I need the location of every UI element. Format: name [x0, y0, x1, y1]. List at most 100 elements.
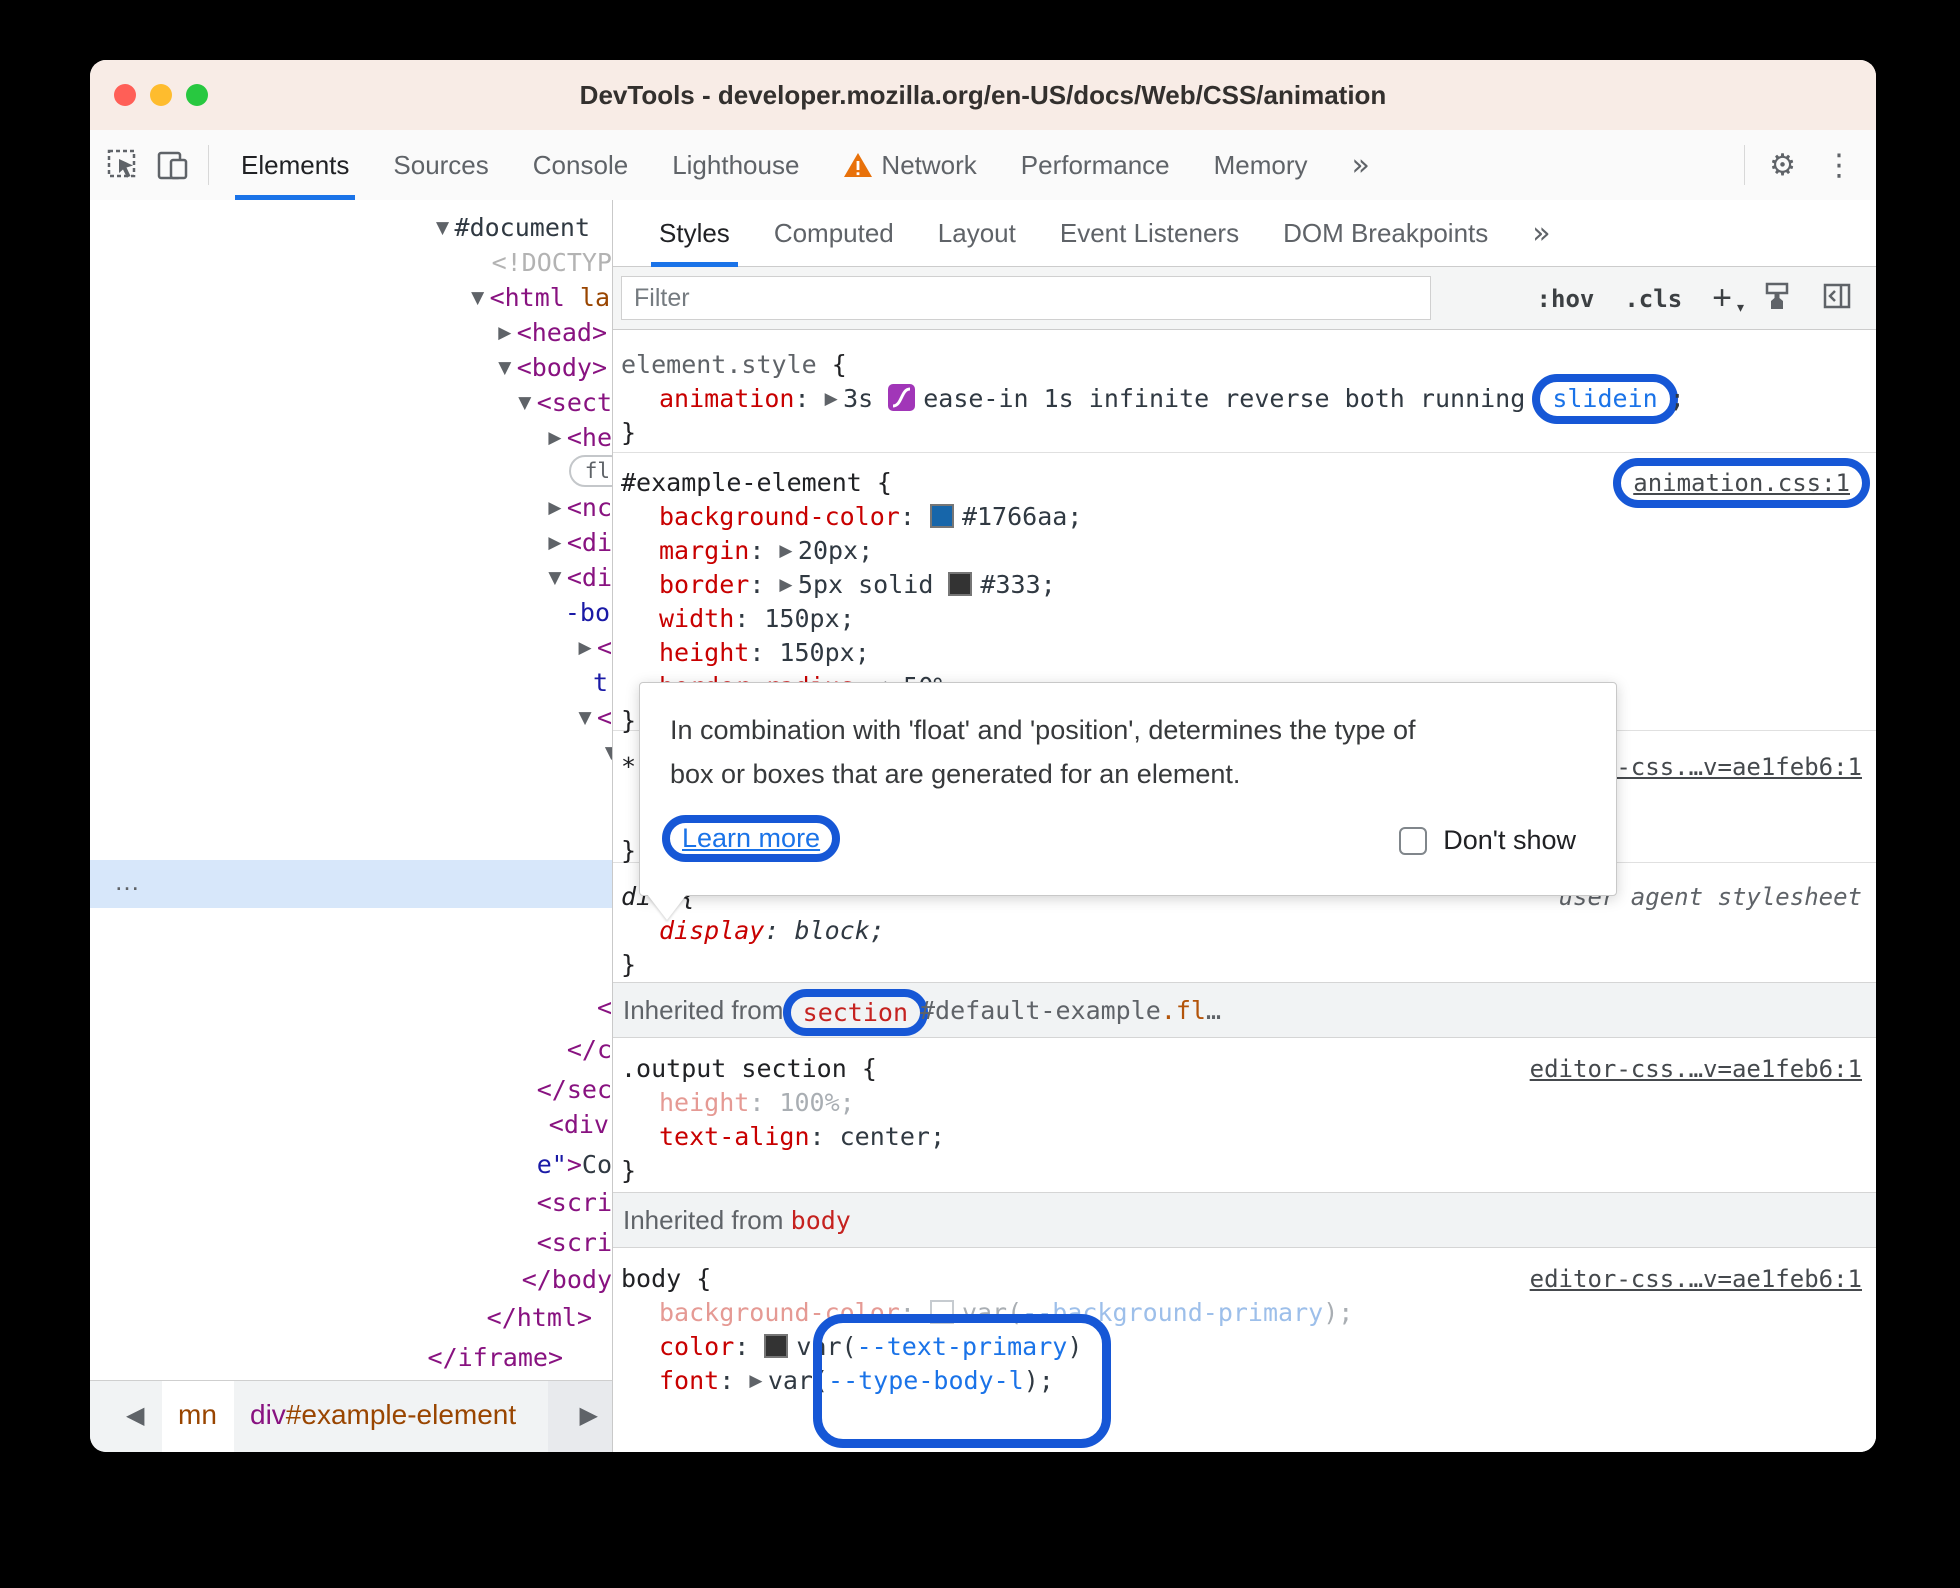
tab-[interactable]: »: [1330, 130, 1392, 200]
css-rule-row[interactable]: height: 150px;: [659, 636, 870, 670]
tree-row[interactable]: ▼ #document: [436, 213, 590, 242]
tree-row[interactable]: </iframe>: [428, 1343, 563, 1372]
css-rule-row[interactable]: display: block;: [659, 914, 885, 948]
css-rule-row[interactable]: }: [621, 834, 636, 868]
expand-arrow-icon: ▶: [779, 541, 798, 561]
selected-tree-row[interactable]: …: [90, 860, 612, 908]
stylesheet-source-link[interactable]: editor-css.…v=ae1feb6:1: [1530, 1052, 1862, 1086]
css-rule-row[interactable]: }: [621, 1154, 636, 1188]
tree-row[interactable]: </html>: [487, 1303, 592, 1332]
tree-row[interactable]: ▶ <: [578, 633, 612, 662]
new-style-rule-button[interactable]: + ▾: [1712, 279, 1744, 318]
code-token: t: [592, 668, 608, 697]
editor-css-source-link[interactable]: editor-css.…v=ae1feb6:1: [1530, 1055, 1862, 1083]
breadcrumb-back-icon[interactable]: ◀: [126, 1401, 144, 1429]
ellipsis-icon[interactable]: …: [114, 866, 142, 897]
styles-rules-list[interactable]: In combination with 'float' and 'positio…: [613, 330, 1876, 1452]
sidebar-tab-layout[interactable]: Layout: [916, 200, 1038, 267]
breadcrumb-crumb-selected[interactable]: div#example-element: [250, 1399, 516, 1431]
learn-more-link[interactable]: Learn more: [682, 823, 820, 853]
code-token: :: [749, 638, 780, 667]
css-rule-row[interactable]: animation: ▶ 3s ease-in 1s infinite reve…: [659, 374, 1685, 424]
tab-memory[interactable]: Memory: [1192, 130, 1330, 200]
stylesheet-source-link[interactable]: editor-css.…v=ae1feb6:1: [1530, 1262, 1862, 1296]
css-rule-row[interactable]: body {: [621, 1262, 711, 1296]
flex-badge[interactable]: fl: [568, 455, 612, 487]
css-rule-row[interactable]: width: 150px;: [659, 602, 855, 636]
dom-tree-panel[interactable]: ▼ #document <!DOCTYP ▼ <html la ▶ <head> ▼ <…: [90, 200, 612, 1380]
tree-row[interactable]: ▼ <di: [548, 563, 612, 592]
tree-row[interactable]: <scri: [537, 1188, 612, 1217]
css-rule-row[interactable]: }: [621, 704, 636, 738]
css-rule-row[interactable]: height: 100%;: [659, 1086, 855, 1120]
tree-row[interactable]: <scri: [537, 1228, 612, 1257]
tree-row[interactable]: ▼: [605, 738, 612, 767]
settings-gear-icon[interactable]: ⚙: [1755, 148, 1810, 183]
rule-separator: [613, 452, 1876, 453]
css-rule-row[interactable]: }: [621, 948, 636, 982]
sidebar-tab-styles[interactable]: Styles: [637, 200, 752, 267]
learn-more-wrap: Learn more: [662, 815, 841, 862]
css-rule-row[interactable]: border: ▶ 5px solid #333;: [659, 568, 1056, 602]
inspect-element-icon[interactable]: [106, 148, 140, 182]
tree-row[interactable]: </c: [567, 1035, 612, 1064]
css-rule-row[interactable]: margin: ▶ 20px;: [659, 534, 873, 568]
element-classes-button[interactable]: .cls: [1624, 285, 1682, 313]
css-rule-row[interactable]: element.style {: [621, 348, 847, 382]
inherited-body-link[interactable]: body: [791, 1206, 851, 1235]
color-swatch: [764, 1334, 789, 1358]
sidebar-tab-eventlisteners[interactable]: Event Listeners: [1038, 200, 1261, 267]
tree-row[interactable]: ▶ <nc: [548, 493, 612, 522]
styles-filter-input[interactable]: [621, 276, 1431, 320]
tab-network[interactable]: Network: [821, 130, 998, 200]
slidein-keyframes-link[interactable]: slidein: [1552, 384, 1657, 413]
tree-row[interactable]: <: [597, 993, 612, 1022]
breadcrumb-crumb-partial[interactable]: mn: [178, 1399, 217, 1431]
css-rule-row[interactable]: }: [621, 416, 636, 450]
code-token: </sec: [536, 1075, 612, 1104]
toggle-element-state-button[interactable]: :hov: [1537, 285, 1595, 313]
sidebar-tab-computed[interactable]: Computed: [752, 200, 916, 267]
tree-row[interactable]: ▶ <head>: [498, 318, 607, 347]
tab-elements[interactable]: Elements: [219, 130, 371, 200]
tree-row[interactable]: <!DOCTYP: [492, 248, 612, 277]
toggle-sidebar-icon[interactable]: [1822, 281, 1852, 316]
tab-sources[interactable]: Sources: [371, 130, 510, 200]
code-token: ;: [1067, 502, 1083, 531]
kebab-menu-icon[interactable]: ⋮: [1810, 148, 1876, 183]
animation-css-source-link[interactable]: animation.css:1: [1633, 469, 1850, 497]
sidebar-tab-dombreakpoints[interactable]: DOM Breakpoints: [1261, 200, 1510, 267]
tree-row[interactable]: ▶ <he: [548, 423, 612, 452]
tree-row[interactable]: t: [593, 668, 608, 697]
css-rule-row[interactable]: .output section {: [621, 1052, 877, 1086]
code-token: :: [734, 1332, 765, 1361]
tree-row[interactable]: <div: [549, 1110, 609, 1139]
tree-row[interactable]: </body: [522, 1265, 612, 1294]
brush-icon[interactable]: [1762, 281, 1792, 316]
tooltip-text-line1: In combination with 'float' and 'positio…: [670, 715, 1416, 745]
stylesheet-source-link[interactable]: animation.css:1: [1613, 458, 1870, 508]
dont-show-checkbox[interactable]: [1399, 826, 1428, 855]
editor-css-source-link[interactable]: editor-css.…v=ae1feb6:1: [1530, 1265, 1862, 1293]
tree-row[interactable]: ▼ <sect: [518, 388, 612, 417]
tree-row[interactable]: ▼ <: [578, 703, 612, 732]
breadcrumb-forward-icon[interactable]: ▶: [580, 1401, 598, 1429]
css-rule-row[interactable]: background-color: #1766aa;: [659, 500, 1082, 534]
tree-row[interactable]: </sec: [537, 1075, 612, 1104]
tree-row[interactable]: ▼ <body>: [498, 353, 607, 382]
device-toolbar-icon[interactable]: [156, 148, 190, 182]
tree-row[interactable]: e">Co: [537, 1150, 612, 1179]
tab-performance[interactable]: Performance: [999, 130, 1192, 200]
panel-tabs: Elements Sources Console Lighthouse Network P…: [219, 130, 1392, 200]
css-rule-row[interactable]: text-align: center;: [659, 1120, 945, 1154]
css-rule-row[interactable]: #example-element {: [621, 466, 892, 500]
title-bar[interactable]: DevTools - developer.mozilla.org/en-US/d…: [90, 60, 1876, 131]
tree-row[interactable]: ▼ <html la: [471, 283, 610, 312]
tab-console[interactable]: Console: [511, 130, 650, 200]
code-token: <di: [566, 563, 612, 592]
tree-row[interactable]: -bo: [565, 598, 610, 627]
sidebar-tab-[interactable]: »: [1510, 200, 1572, 267]
tree-row[interactable]: ▶ <di: [548, 528, 612, 557]
inherited-section-link[interactable]: section: [803, 998, 908, 1027]
tab-lighthouse[interactable]: Lighthouse: [650, 130, 821, 200]
